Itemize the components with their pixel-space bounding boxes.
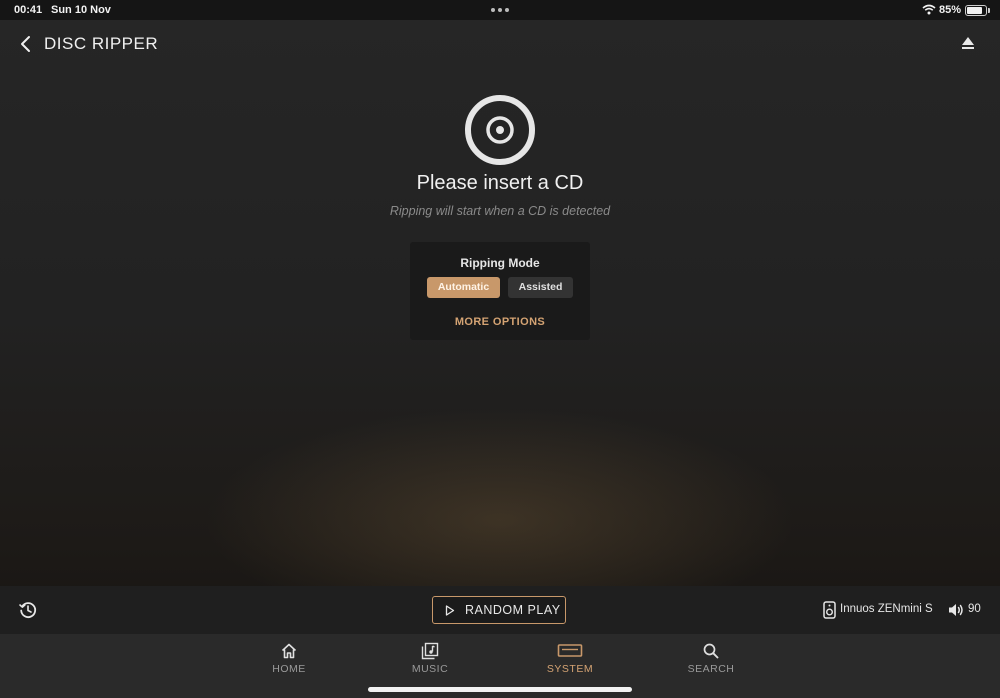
status-bar: 00:41 Sun 10 Nov 85% xyxy=(0,0,1000,20)
system-icon xyxy=(557,644,583,657)
eject-button[interactable] xyxy=(956,34,980,54)
tab-system[interactable]: SYSTEM xyxy=(525,642,615,678)
ripping-mode-assisted-button[interactable]: Assisted xyxy=(508,277,573,298)
chevron-left-icon xyxy=(21,36,30,52)
status-date: Sun 10 Nov xyxy=(51,4,111,16)
home-icon xyxy=(281,643,297,659)
insert-cd-hint: Ripping will start when a CD is detected xyxy=(389,204,611,218)
tab-music-label: MUSIC xyxy=(411,663,449,675)
tab-music[interactable]: MUSIC xyxy=(385,642,475,678)
page-title: DISC RIPPER xyxy=(44,34,159,53)
history-button[interactable] xyxy=(18,600,38,620)
search-icon xyxy=(703,643,719,659)
random-play-button[interactable]: RANDOM PLAY xyxy=(432,596,566,624)
tab-system-label: SYSTEM xyxy=(546,663,594,675)
tab-search-label: SEARCH xyxy=(687,663,735,675)
device-name: Innuos ZENmini S xyxy=(840,603,933,615)
status-time: 00:41 xyxy=(14,4,43,16)
battery-icon xyxy=(965,5,990,16)
ripping-mode-title: Ripping Mode xyxy=(460,256,540,270)
back-button[interactable] xyxy=(14,31,38,57)
history-icon xyxy=(19,602,37,619)
disc-icon xyxy=(465,95,535,165)
header: DISC RIPPER xyxy=(0,22,1000,66)
player-bar: RANDOM PLAY Innuos ZENmini S 90 xyxy=(0,586,1000,634)
ripping-mode-card: Ripping Mode Automatic Assisted MORE OPT… xyxy=(410,242,590,340)
speaker-icon xyxy=(823,601,836,619)
ripping-mode-automatic-button[interactable]: Automatic xyxy=(427,277,500,298)
app-window: 00:41 Sun 10 Nov 85% DISC RIPPER Please … xyxy=(0,0,1000,698)
more-options-link[interactable]: MORE OPTIONS xyxy=(410,316,590,328)
volume-icon xyxy=(949,604,963,616)
home-indicator[interactable] xyxy=(368,687,632,692)
play-icon xyxy=(445,605,455,616)
music-icon xyxy=(421,642,439,660)
random-play-label: RANDOM PLAY xyxy=(465,603,561,617)
insert-cd-prompt: Please insert a CD xyxy=(416,172,584,194)
tab-home-label: HOME xyxy=(272,663,306,675)
tab-search[interactable]: SEARCH xyxy=(666,642,756,678)
wifi-icon xyxy=(922,4,936,15)
battery-percent: 85% xyxy=(939,4,962,16)
multitasking-dots-icon[interactable] xyxy=(491,8,509,12)
eject-icon xyxy=(962,37,974,49)
tab-home[interactable]: HOME xyxy=(244,642,334,678)
volume-value: 90 xyxy=(968,603,981,615)
